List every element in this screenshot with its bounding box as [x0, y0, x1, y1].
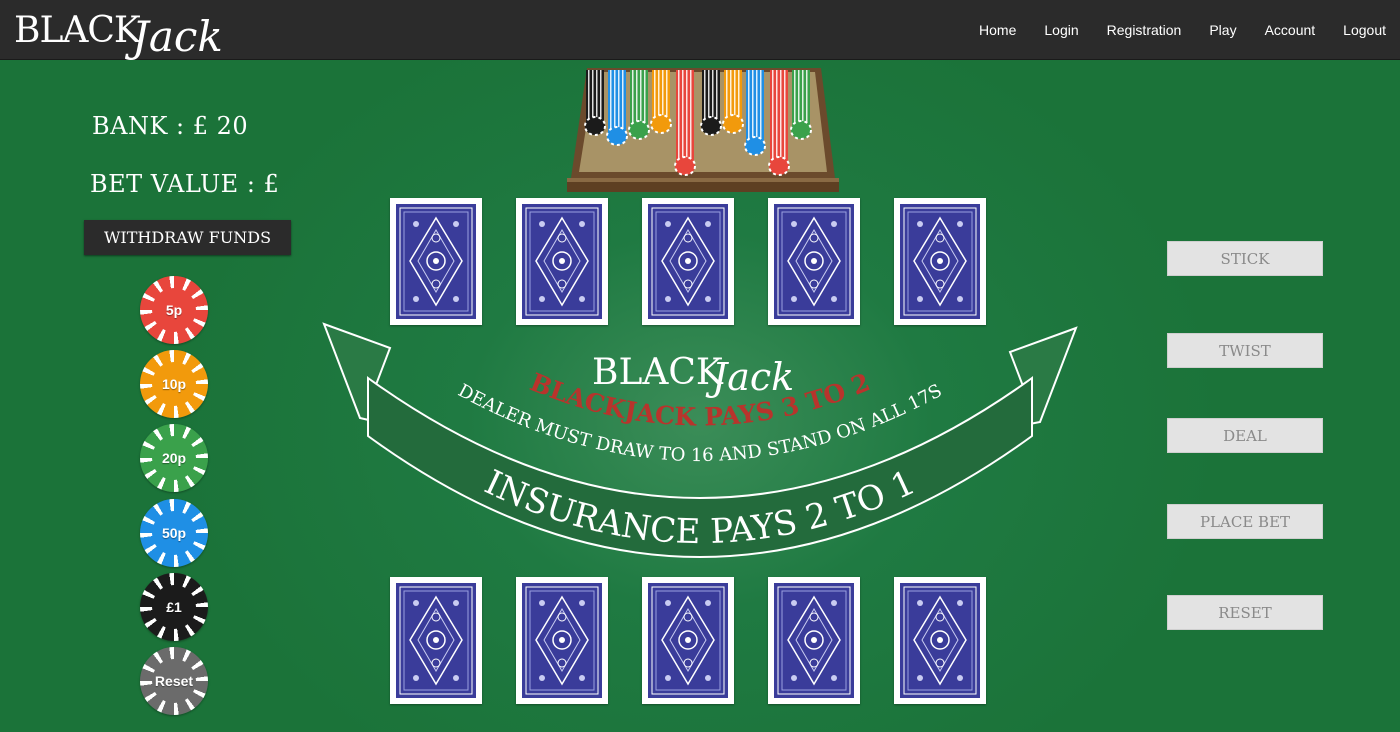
chip-1-pound[interactable]: £1 — [140, 573, 208, 641]
card-back-pattern-icon — [648, 583, 728, 698]
tray-chip-top — [700, 116, 722, 136]
chip-10p[interactable]: 10p — [140, 350, 208, 418]
dealer-chip-tray-image — [565, 66, 841, 194]
nav-account[interactable]: Account — [1251, 22, 1330, 38]
chip-reset-label: Reset — [152, 659, 196, 703]
table-banner: BLACK Jack BLACKJACK PAYS 3 TO 2 DEALER … — [320, 318, 1080, 588]
place-bet-button[interactable]: PLACE BET — [1167, 504, 1323, 539]
dealer-card-4 — [768, 198, 860, 325]
twist-button[interactable]: TWIST — [1167, 333, 1323, 368]
deal-button[interactable]: DEAL — [1167, 418, 1323, 453]
player-card-4 — [768, 577, 860, 704]
table-logo-jack: Jack — [705, 355, 794, 399]
card-back-pattern-icon — [774, 204, 854, 319]
dealer-card-1 — [390, 198, 482, 325]
card-back-pattern-icon — [396, 583, 476, 698]
nav-login[interactable]: Login — [1030, 22, 1092, 38]
player-card-5 — [894, 577, 986, 704]
stick-button[interactable]: STICK — [1167, 241, 1323, 276]
card-back-pattern-icon — [522, 204, 602, 319]
nav-home[interactable]: Home — [965, 22, 1030, 38]
nav-registration[interactable]: Registration — [1093, 22, 1196, 38]
chip-1-pound-label: £1 — [152, 585, 196, 629]
player-card-3 — [642, 577, 734, 704]
chip-50p[interactable]: 50p — [140, 499, 208, 567]
bet-value: BET VALUE : £ — [90, 170, 280, 198]
nav-logout[interactable]: Logout — [1329, 22, 1386, 38]
withdraw-funds-button[interactable]: WITHDRAW FUNDS — [84, 220, 291, 255]
reset-button[interactable]: RESET — [1167, 595, 1323, 630]
tray-chip-top — [584, 116, 606, 136]
chip-20p[interactable]: 20p — [140, 424, 208, 492]
main-nav: Home Login Registration Play Account Log… — [965, 0, 1386, 59]
brand-logo-jack: Jack — [132, 12, 223, 61]
dealer-card-3 — [642, 198, 734, 325]
card-back-pattern-icon — [900, 204, 980, 319]
card-back-pattern-icon — [900, 583, 980, 698]
card-back-pattern-icon — [648, 204, 728, 319]
tray-chip-top — [790, 120, 812, 140]
tray-chip-top — [674, 156, 696, 176]
card-back-pattern-icon — [396, 204, 476, 319]
dealer-card-2 — [516, 198, 608, 325]
dealer-card-5 — [894, 198, 986, 325]
nav-play[interactable]: Play — [1195, 22, 1250, 38]
tray-chip-top — [744, 136, 766, 156]
brand-logo-black: BLACK — [14, 10, 141, 51]
table-logo-black: BLACK — [592, 352, 724, 393]
chip-5p-label: 5p — [152, 288, 196, 332]
top-navbar: BLACK Jack Home Login Registration Play … — [0, 0, 1400, 61]
card-back-pattern-icon — [522, 583, 602, 698]
bank-balance: BANK : £ 20 — [92, 112, 249, 140]
tray-chip-top — [722, 114, 744, 134]
player-card-2 — [516, 577, 608, 704]
chip-10p-label: 10p — [152, 362, 196, 406]
chip-50p-label: 50p — [152, 511, 196, 555]
brand-logo[interactable]: BLACK Jack — [14, 4, 254, 66]
chip-reset[interactable]: Reset — [140, 647, 208, 715]
tray-chip-top — [650, 114, 672, 134]
chip-5p[interactable]: 5p — [140, 276, 208, 344]
chip-20p-label: 20p — [152, 436, 196, 480]
player-card-1 — [390, 577, 482, 704]
tray-chip-top — [768, 156, 790, 176]
tray-chip-top — [628, 120, 650, 140]
card-back-pattern-icon — [774, 583, 854, 698]
tray-chip-top — [606, 126, 628, 146]
